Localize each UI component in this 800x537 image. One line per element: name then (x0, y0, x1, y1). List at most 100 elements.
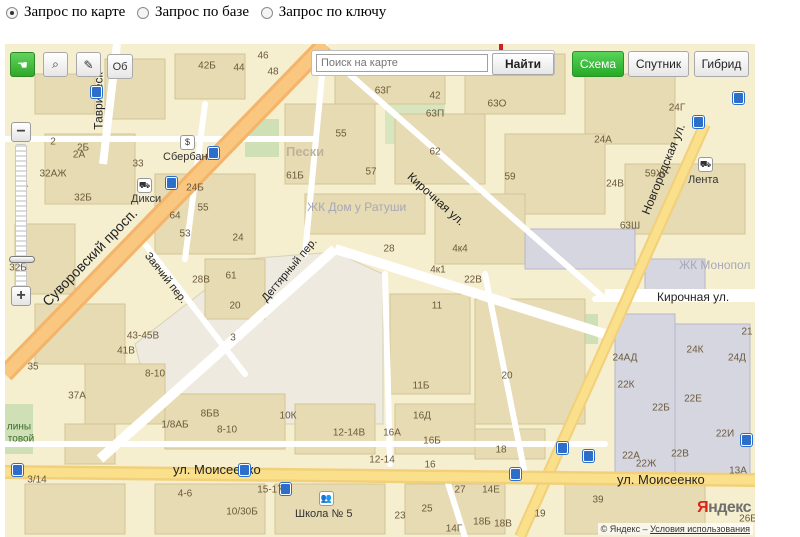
house-number: 48 (267, 66, 279, 78)
radio-db-query-label[interactable]: Запрос по базе (155, 4, 249, 21)
shop-icon[interactable]: ⛟ (137, 178, 152, 193)
bus-stop-icon[interactable] (693, 116, 704, 128)
house-number: 61Б (286, 170, 304, 182)
house-number: 23 (394, 510, 406, 522)
zk-dom-u-ratushi[interactable]: ЖК Дом у Ратуши (307, 200, 406, 214)
house-number: 11 (431, 300, 443, 312)
house-number: 24В (606, 178, 624, 190)
house-number: 2А (72, 149, 86, 161)
district-peski: Пески (286, 144, 325, 159)
zoom-in-button[interactable]: + (11, 286, 31, 306)
house-number: 24 (232, 232, 244, 244)
street-tavricheskaya: Таврическ (91, 72, 106, 130)
truncated-button[interactable]: Об (107, 54, 133, 79)
house-number: 35 (27, 361, 39, 373)
hand-tool-icon[interactable]: ☚ (10, 52, 35, 77)
house-number: 22Е (684, 393, 702, 405)
zk-monopol[interactable]: ЖК Монопол (679, 258, 750, 272)
house-number: 33 (132, 158, 144, 170)
ruler-icon[interactable]: ✎ (76, 52, 101, 77)
radio-key-query[interactable]: Запрос по ключу (260, 4, 387, 21)
bus-stop-icon[interactable] (166, 177, 177, 189)
house-number: 42Б (198, 60, 216, 72)
bus-stop-icon[interactable] (741, 434, 752, 446)
bus-stop-icon[interactable] (239, 464, 250, 476)
house-number: 53 (179, 228, 191, 240)
street-kirochnaya: Кирочная ул. (657, 290, 730, 304)
house-number: 43-45В (126, 330, 160, 342)
school-icon[interactable]: 👥 (319, 491, 334, 506)
radio-key-query-label[interactable]: Запрос по ключу (279, 4, 387, 21)
house-number: 37А (68, 390, 86, 402)
house-number: 16 (424, 459, 436, 471)
map-type-scheme-button[interactable]: Схема (572, 51, 624, 77)
house-number: 28 (383, 243, 395, 255)
zoom-out-button[interactable]: − (11, 122, 31, 142)
bus-stop-icon[interactable] (91, 86, 102, 98)
map-type-hybrid-button[interactable]: Гибрид (694, 51, 749, 77)
house-number: 44 (233, 62, 245, 74)
poi-lenta[interactable]: Лента (688, 174, 718, 186)
bank-icon[interactable]: $ (180, 135, 195, 150)
house-number: 12-14 (369, 454, 395, 466)
partial-text-2: товой (7, 433, 35, 445)
shop-icon[interactable]: ⛟ (698, 157, 713, 172)
yandex-logo-first: Я (697, 499, 709, 516)
bus-stop-icon[interactable] (12, 464, 23, 476)
house-number: 18В (494, 518, 512, 530)
house-number: 1/8АБ (161, 419, 189, 431)
map-search-box: Найти (311, 50, 555, 76)
map-canvas[interactable]: Суворовский просп. Таврическ Кирочная ул… (5, 44, 755, 537)
house-number: 61 (225, 270, 237, 282)
house-number: 25 (421, 503, 433, 515)
yandex-logo: Яндекс (697, 499, 751, 517)
radio-db-query-circle[interactable] (137, 6, 150, 19)
bus-stop-icon[interactable] (583, 450, 594, 462)
house-number: 27 (454, 484, 466, 496)
house-number: 21 (741, 326, 753, 338)
bus-stop-icon[interactable] (733, 92, 744, 104)
house-number: 46 (257, 50, 269, 62)
house-number: 62 (429, 146, 441, 158)
house-number: 22В (671, 448, 689, 460)
house-number: 4к1 (430, 264, 446, 276)
poi-diksi[interactable]: Дикси (131, 193, 161, 205)
partial-text-1: лины (6, 421, 32, 433)
bus-stop-icon[interactable] (557, 442, 568, 454)
house-number: 8БВ (200, 408, 220, 420)
house-number: 28В (192, 274, 210, 286)
house-number: 2 (50, 136, 56, 148)
terms-of-use-link[interactable]: Условия использования (650, 524, 750, 534)
house-number: 24А (594, 134, 612, 146)
yandex-logo-rest: ндекс (708, 499, 751, 516)
radio-key-query-circle[interactable] (260, 6, 273, 19)
radio-map-query-label[interactable]: Запрос по карте (24, 4, 125, 21)
map-copyright: © Яндекс – Условия использования (597, 523, 753, 535)
house-number: 42 (429, 90, 441, 102)
bus-stop-icon[interactable] (510, 468, 521, 480)
house-number: 63О (487, 98, 507, 110)
radio-map-query[interactable]: Запрос по карте (6, 4, 125, 21)
house-number: 3 (230, 332, 236, 344)
house-number: 3/14 (27, 474, 47, 486)
house-number: 22В (464, 274, 482, 286)
map-search-button[interactable]: Найти (492, 53, 554, 75)
radio-db-query[interactable]: Запрос по базе (137, 4, 249, 21)
zoom-area-icon[interactable]: ⌕ (43, 52, 68, 77)
house-number: 14Г (445, 523, 463, 535)
house-number: 10К (279, 410, 297, 422)
poi-school[interactable]: Школа № 5 (295, 508, 352, 520)
house-number: 64 (169, 210, 181, 222)
radio-map-query-circle[interactable] (6, 6, 18, 19)
bus-stop-icon[interactable] (208, 147, 219, 159)
house-number: 22К (617, 379, 635, 391)
map-type-satellite-button[interactable]: Спутник (628, 51, 689, 77)
poi-sberbank[interactable]: Сбербанк (163, 151, 212, 163)
house-number: 59Ж (644, 168, 666, 180)
house-number: 39 (592, 494, 604, 506)
house-number: 12-14В (332, 427, 366, 439)
house-number: 8-10 (216, 424, 238, 436)
house-number: 32АЖ (39, 168, 67, 180)
map-search-input[interactable] (316, 54, 488, 72)
zoom-level-label: 32Б (9, 262, 27, 274)
